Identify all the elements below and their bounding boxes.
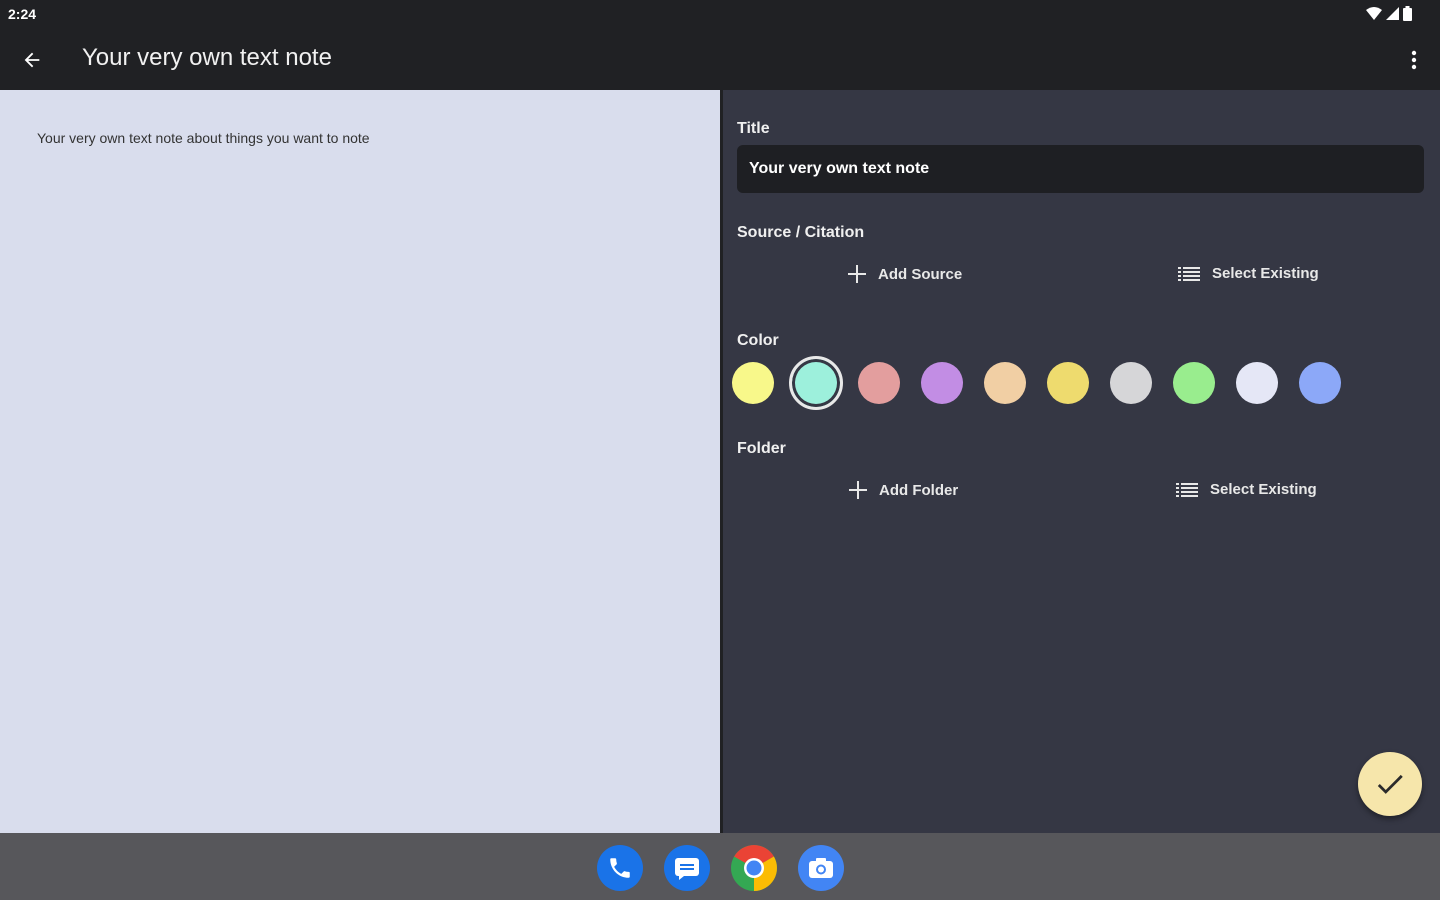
select-existing-source-button[interactable]: Select Existing bbox=[1178, 265, 1319, 282]
color-swatch[interactable] bbox=[1047, 362, 1089, 404]
app-dock bbox=[0, 833, 1440, 900]
list-icon bbox=[1178, 266, 1200, 281]
color-swatch[interactable] bbox=[1110, 362, 1152, 404]
color-swatch[interactable] bbox=[984, 362, 1026, 404]
status-time: 2:24 bbox=[8, 6, 37, 22]
color-swatch[interactable] bbox=[1173, 362, 1215, 404]
color-swatch-selected[interactable] bbox=[789, 356, 843, 410]
phone-app-icon bbox=[610, 858, 630, 878]
check-icon bbox=[1377, 774, 1403, 794]
color-swatch[interactable] bbox=[1236, 362, 1278, 404]
arrow-back-icon bbox=[24, 52, 40, 68]
list-icon bbox=[1176, 482, 1198, 497]
camera-app[interactable] bbox=[798, 845, 844, 891]
messages-app[interactable] bbox=[664, 845, 710, 891]
cellular-signal-icon bbox=[1386, 7, 1399, 20]
status-icons bbox=[1366, 6, 1412, 21]
plus-icon bbox=[849, 481, 867, 499]
note-editor-panel: Title Source / Citation Add Source Selec… bbox=[723, 90, 1440, 833]
add-source-label: Add Source bbox=[878, 265, 963, 283]
add-source-button[interactable]: Add Source bbox=[848, 265, 962, 283]
source-citation-label: Source / Citation bbox=[737, 224, 865, 241]
plus-icon bbox=[848, 265, 866, 283]
add-folder-label: Add Folder bbox=[879, 481, 959, 499]
wifi-icon bbox=[1366, 6, 1382, 20]
back-button[interactable] bbox=[16, 44, 48, 76]
title-label: Title bbox=[737, 120, 770, 137]
color-swatches bbox=[732, 356, 1372, 410]
more-options-button[interactable] bbox=[1402, 44, 1426, 76]
page-title: Your very own text note bbox=[82, 44, 332, 71]
note-preview-pane[interactable]: Your very own text note about things you… bbox=[0, 90, 720, 833]
save-note-button[interactable] bbox=[1358, 752, 1422, 816]
select-existing-folder-label: Select Existing bbox=[1210, 481, 1317, 498]
folder-label: Folder bbox=[737, 440, 786, 457]
select-existing-source-label: Select Existing bbox=[1212, 265, 1319, 282]
messages-app-icon bbox=[675, 858, 699, 880]
color-swatch[interactable] bbox=[858, 362, 900, 404]
chrome-app-icon bbox=[731, 845, 777, 891]
app-bar: Your very own text note bbox=[0, 28, 1440, 90]
add-folder-button[interactable]: Add Folder bbox=[849, 481, 958, 499]
select-existing-folder-button[interactable]: Select Existing bbox=[1176, 481, 1317, 498]
note-body-text[interactable]: Your very own text note about things you… bbox=[37, 130, 370, 146]
color-swatch[interactable] bbox=[1299, 362, 1341, 404]
more-vert-icon bbox=[1411, 50, 1417, 70]
color-swatch[interactable] bbox=[732, 362, 774, 404]
color-label: Color bbox=[737, 332, 779, 349]
title-input[interactable] bbox=[737, 145, 1424, 193]
phone-app[interactable] bbox=[597, 845, 643, 891]
battery-icon bbox=[1403, 6, 1412, 21]
status-bar: 2:24 bbox=[0, 0, 1440, 28]
chrome-app[interactable] bbox=[731, 845, 777, 891]
camera-app-icon bbox=[809, 858, 833, 878]
color-swatch[interactable] bbox=[921, 362, 963, 404]
